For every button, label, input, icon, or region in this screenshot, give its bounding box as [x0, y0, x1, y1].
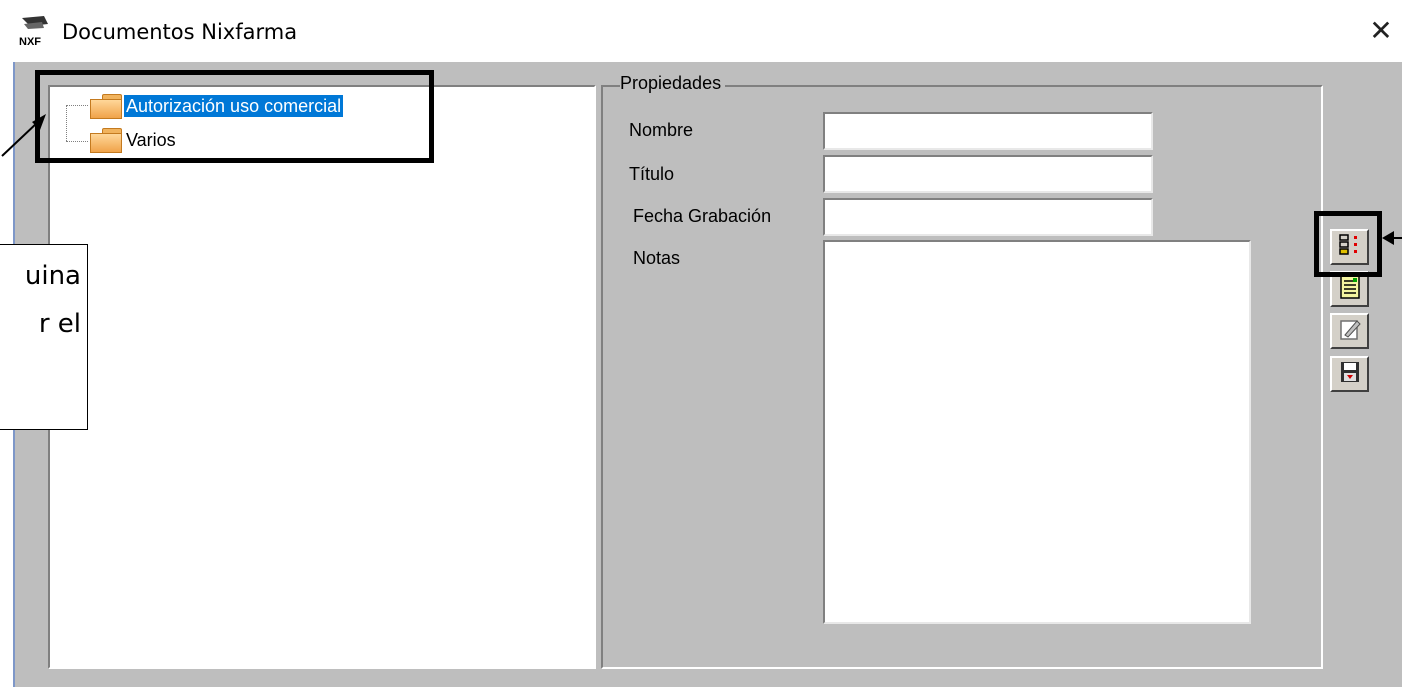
button-highlight-box — [1314, 211, 1382, 277]
annotation-callout: uina r el — [0, 244, 88, 430]
nixfarma-logo-icon: NXF — [18, 14, 52, 48]
window-title: Documentos Nixfarma — [62, 20, 298, 44]
nombre-label: Nombre — [629, 120, 694, 140]
nombre-field[interactable] — [823, 112, 1153, 150]
edit-document-button[interactable] — [1330, 313, 1369, 349]
document-tree[interactable]: Autorización uso comercial Varios — [48, 85, 596, 669]
callout-text-line: uina — [24, 261, 81, 291]
fecha-grabacion-label: Fecha Grabación — [633, 206, 772, 226]
save-icon — [1339, 360, 1361, 389]
fecha-grabacion-field[interactable] — [823, 198, 1153, 236]
annotation-arrow — [1, 114, 46, 157]
close-button[interactable]: ✕ — [1366, 14, 1396, 48]
notas-label: Notas — [633, 248, 681, 268]
title-bar: NXF Documentos Nixfarma ✕ — [0, 0, 1402, 62]
logo-text: NXF — [19, 36, 41, 48]
annotation-arrow — [1382, 231, 1402, 245]
notas-textarea[interactable] — [823, 240, 1251, 624]
titulo-field[interactable] — [823, 155, 1153, 193]
properties-group-label: Propiedades — [620, 73, 726, 94]
tree-highlight-box — [35, 70, 434, 163]
callout-text-line: r el — [38, 309, 81, 339]
titulo-label: Título — [629, 164, 675, 184]
document-note-icon — [1339, 274, 1361, 304]
close-icon: ✕ — [1369, 15, 1393, 46]
edit-document-icon — [1339, 317, 1361, 346]
save-button[interactable] — [1330, 356, 1369, 392]
